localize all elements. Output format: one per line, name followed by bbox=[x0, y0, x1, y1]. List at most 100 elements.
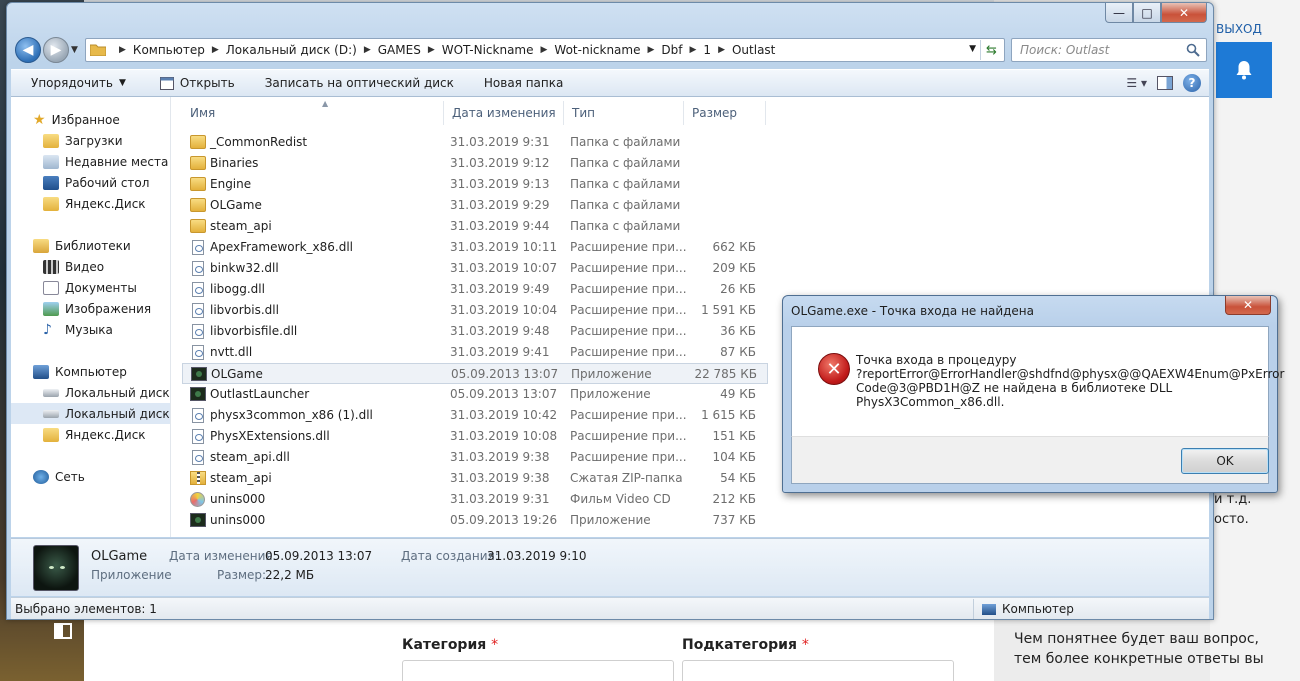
file-name: physx3common_x86 (1).dll bbox=[210, 408, 373, 422]
nav-item-music[interactable]: ♪ Музыка bbox=[11, 319, 170, 340]
file-size: 87 КБ bbox=[720, 345, 756, 359]
breadcrumb-item[interactable]: Локальный диск (D:) bbox=[226, 43, 357, 57]
column-label: Дата изменения bbox=[452, 106, 556, 120]
chevron-right-icon: ▶ bbox=[540, 45, 548, 55]
file-row[interactable]: unins000 05.09.2013 19:26 Приложение 737 КБ bbox=[182, 510, 768, 531]
new-folder-button[interactable]: Новая папка bbox=[466, 76, 575, 90]
nav-item-local-d[interactable]: Локальный диск (D:) bbox=[11, 403, 170, 424]
file-row[interactable]: steam_api.dll 31.03.2019 9:38 Расширение п… bbox=[182, 447, 768, 468]
open-button[interactable]: Открыть bbox=[138, 76, 247, 90]
computer-icon bbox=[982, 603, 996, 615]
breadcrumb-item[interactable]: WOT-Nickname bbox=[442, 43, 534, 57]
file-thumbnail bbox=[33, 545, 79, 591]
nav-item-downloads[interactable]: Загрузки bbox=[11, 130, 170, 151]
nav-item-local-c[interactable]: Локальный диск (C:) bbox=[11, 382, 170, 403]
file-row[interactable]: OLGame 05.09.2013 13:07 Приложение 22 785 К… bbox=[182, 363, 768, 384]
dialog-close-button[interactable]: ✕ bbox=[1225, 296, 1271, 315]
notifications-button[interactable] bbox=[1216, 42, 1272, 98]
sort-ascending-icon: ▲ bbox=[322, 99, 329, 108]
column-header-date[interactable]: Дата изменения bbox=[444, 101, 564, 125]
column-header-size[interactable]: Размер bbox=[684, 101, 766, 125]
close-button[interactable]: ✕ bbox=[1161, 3, 1207, 23]
view-options-icon[interactable]: ☰ ▾ bbox=[1126, 76, 1147, 90]
error-message-line: ?reportError@ErrorHandler@shdfnd@physx@@… bbox=[856, 367, 1285, 381]
file-name: Engine bbox=[210, 177, 252, 191]
file-row[interactable]: steam_api 31.03.2019 9:38 Сжатая ZIP-папка… bbox=[182, 468, 768, 489]
subcategory-select[interactable] bbox=[682, 660, 954, 681]
file-name: steam_api.dll bbox=[210, 450, 290, 464]
file-date: 05.09.2013 19:26 bbox=[450, 513, 558, 527]
network-icon bbox=[33, 469, 49, 484]
nav-label: Яндекс.Диск bbox=[65, 196, 146, 211]
video-cd-icon bbox=[190, 492, 205, 507]
file-row[interactable]: libvorbisfile.dll 31.03.2019 9:48 Расширен… bbox=[182, 321, 768, 342]
command-bar: Упорядочить ▼ Открыть Записать на оптичес… bbox=[11, 69, 1209, 97]
error-dialog: OLGame.exe - Точка входа не найдена ✕ ✕ … bbox=[782, 295, 1285, 493]
file-row[interactable]: Binaries 31.03.2019 9:12 Папка с файлами bbox=[182, 153, 768, 174]
minimize-button[interactable]: — bbox=[1105, 3, 1133, 23]
preview-pane-icon[interactable] bbox=[1157, 76, 1173, 90]
nav-item-images[interactable]: Изображения bbox=[11, 298, 170, 319]
history-dropdown-icon[interactable]: ▼ bbox=[71, 45, 78, 55]
search-input[interactable]: Поиск: Outlast bbox=[1011, 38, 1207, 62]
burn-button[interactable]: Записать на оптический диск bbox=[247, 76, 466, 90]
show-desktop-icon[interactable] bbox=[54, 623, 72, 639]
file-type: Приложение bbox=[571, 367, 652, 381]
help-icon[interactable]: ? bbox=[1183, 74, 1201, 92]
file-size: 54 КБ bbox=[720, 471, 756, 485]
back-button[interactable]: ◀ bbox=[15, 37, 41, 63]
column-header-name[interactable]: Имя ▲ bbox=[182, 99, 444, 125]
nav-item-recent[interactable]: Недавние места bbox=[11, 151, 170, 172]
nav-item-desktop[interactable]: Рабочий стол bbox=[11, 172, 170, 193]
file-row[interactable]: Engine 31.03.2019 9:13 Папка с файлами bbox=[182, 174, 768, 195]
recent-places-icon bbox=[43, 154, 59, 169]
refresh-icon[interactable]: ⇆ bbox=[980, 40, 1002, 60]
web-side-fragment: осто. bbox=[1214, 512, 1249, 527]
breadcrumb-item[interactable]: Outlast bbox=[732, 43, 775, 57]
file-row[interactable]: physx3common_x86 (1).dll 31.03.2019 10:42… bbox=[182, 405, 768, 426]
exit-link[interactable]: ВЫХОД bbox=[1216, 22, 1262, 36]
file-row[interactable]: nvtt.dll 31.03.2019 9:41 Расширение при...… bbox=[182, 342, 768, 363]
breadcrumb-item[interactable]: Компьютер bbox=[133, 43, 205, 57]
address-dropdown-icon[interactable]: ▼ bbox=[969, 44, 976, 54]
nav-item-libraries[interactable]: Библиотеки bbox=[11, 235, 170, 256]
file-row[interactable]: binkw32.dll 31.03.2019 10:07 Расширение пр… bbox=[182, 258, 768, 279]
nav-item-yadisk2[interactable]: Яндекс.Диск bbox=[11, 424, 170, 445]
nav-label: Рабочий стол bbox=[65, 175, 150, 190]
file-name: nvtt.dll bbox=[210, 345, 253, 359]
search-icon bbox=[1186, 43, 1200, 57]
file-row[interactable]: unins000 31.03.2019 9:31 Фильм Video CD 212… bbox=[182, 489, 768, 510]
nav-item-computer[interactable]: Компьютер bbox=[11, 361, 170, 382]
ok-button[interactable]: OK bbox=[1181, 448, 1269, 474]
file-row[interactable]: OLGame 31.03.2019 9:29 Папка с файлами bbox=[182, 195, 768, 216]
details-pane: OLGame Приложение Дата изменения: 05.09.… bbox=[11, 538, 1209, 596]
nav-item-network[interactable]: Сеть bbox=[11, 466, 170, 487]
computer-icon bbox=[33, 364, 49, 379]
breadcrumb-item[interactable]: Wot-nickname bbox=[554, 43, 640, 57]
maximize-button[interactable]: □ bbox=[1133, 3, 1161, 23]
file-row[interactable]: libvorbis.dll 31.03.2019 10:04 Расширение … bbox=[182, 300, 768, 321]
file-row[interactable]: steam_api 31.03.2019 9:44 Папка с файлами bbox=[182, 216, 768, 237]
file-size: 662 КБ bbox=[712, 240, 756, 254]
file-row[interactable]: libogg.dll 31.03.2019 9:49 Расширение при.… bbox=[182, 279, 768, 300]
category-select[interactable] bbox=[402, 660, 674, 681]
downloads-folder-icon bbox=[43, 133, 59, 148]
column-header-type[interactable]: Тип bbox=[564, 101, 684, 125]
file-size: 212 КБ bbox=[712, 492, 756, 506]
breadcrumb-item[interactable]: 1 bbox=[703, 43, 711, 57]
folder-icon bbox=[190, 156, 206, 170]
file-row[interactable]: ApexFramework_x86.dll 31.03.2019 10:11 Рас… bbox=[182, 237, 768, 258]
nav-item-video[interactable]: Видео bbox=[11, 256, 170, 277]
nav-item-documents[interactable]: Документы bbox=[11, 277, 170, 298]
file-row[interactable]: PhysXExtensions.dll 31.03.2019 10:08 Расши… bbox=[182, 426, 768, 447]
file-row[interactable]: _CommonRedist 31.03.2019 9:31 Папка с файл… bbox=[182, 132, 768, 153]
address-bar[interactable]: ▶ Компьютер ▶ Локальный диск (D:) ▶ GAME… bbox=[85, 38, 1005, 62]
nav-item-yadisk[interactable]: Яндекс.Диск bbox=[11, 193, 170, 214]
organize-button[interactable]: Упорядочить ▼ bbox=[11, 76, 138, 90]
breadcrumb-item[interactable]: GAMES bbox=[378, 43, 421, 57]
file-date: 05.09.2013 13:07 bbox=[450, 387, 558, 401]
nav-item-favorites[interactable]: ★ Избранное bbox=[11, 109, 170, 130]
breadcrumb-item[interactable]: Dbf bbox=[661, 43, 682, 57]
file-row[interactable]: OutlastLauncher 05.09.2013 13:07 Приложени… bbox=[182, 384, 768, 405]
forward-button[interactable]: ▶ bbox=[43, 37, 69, 63]
